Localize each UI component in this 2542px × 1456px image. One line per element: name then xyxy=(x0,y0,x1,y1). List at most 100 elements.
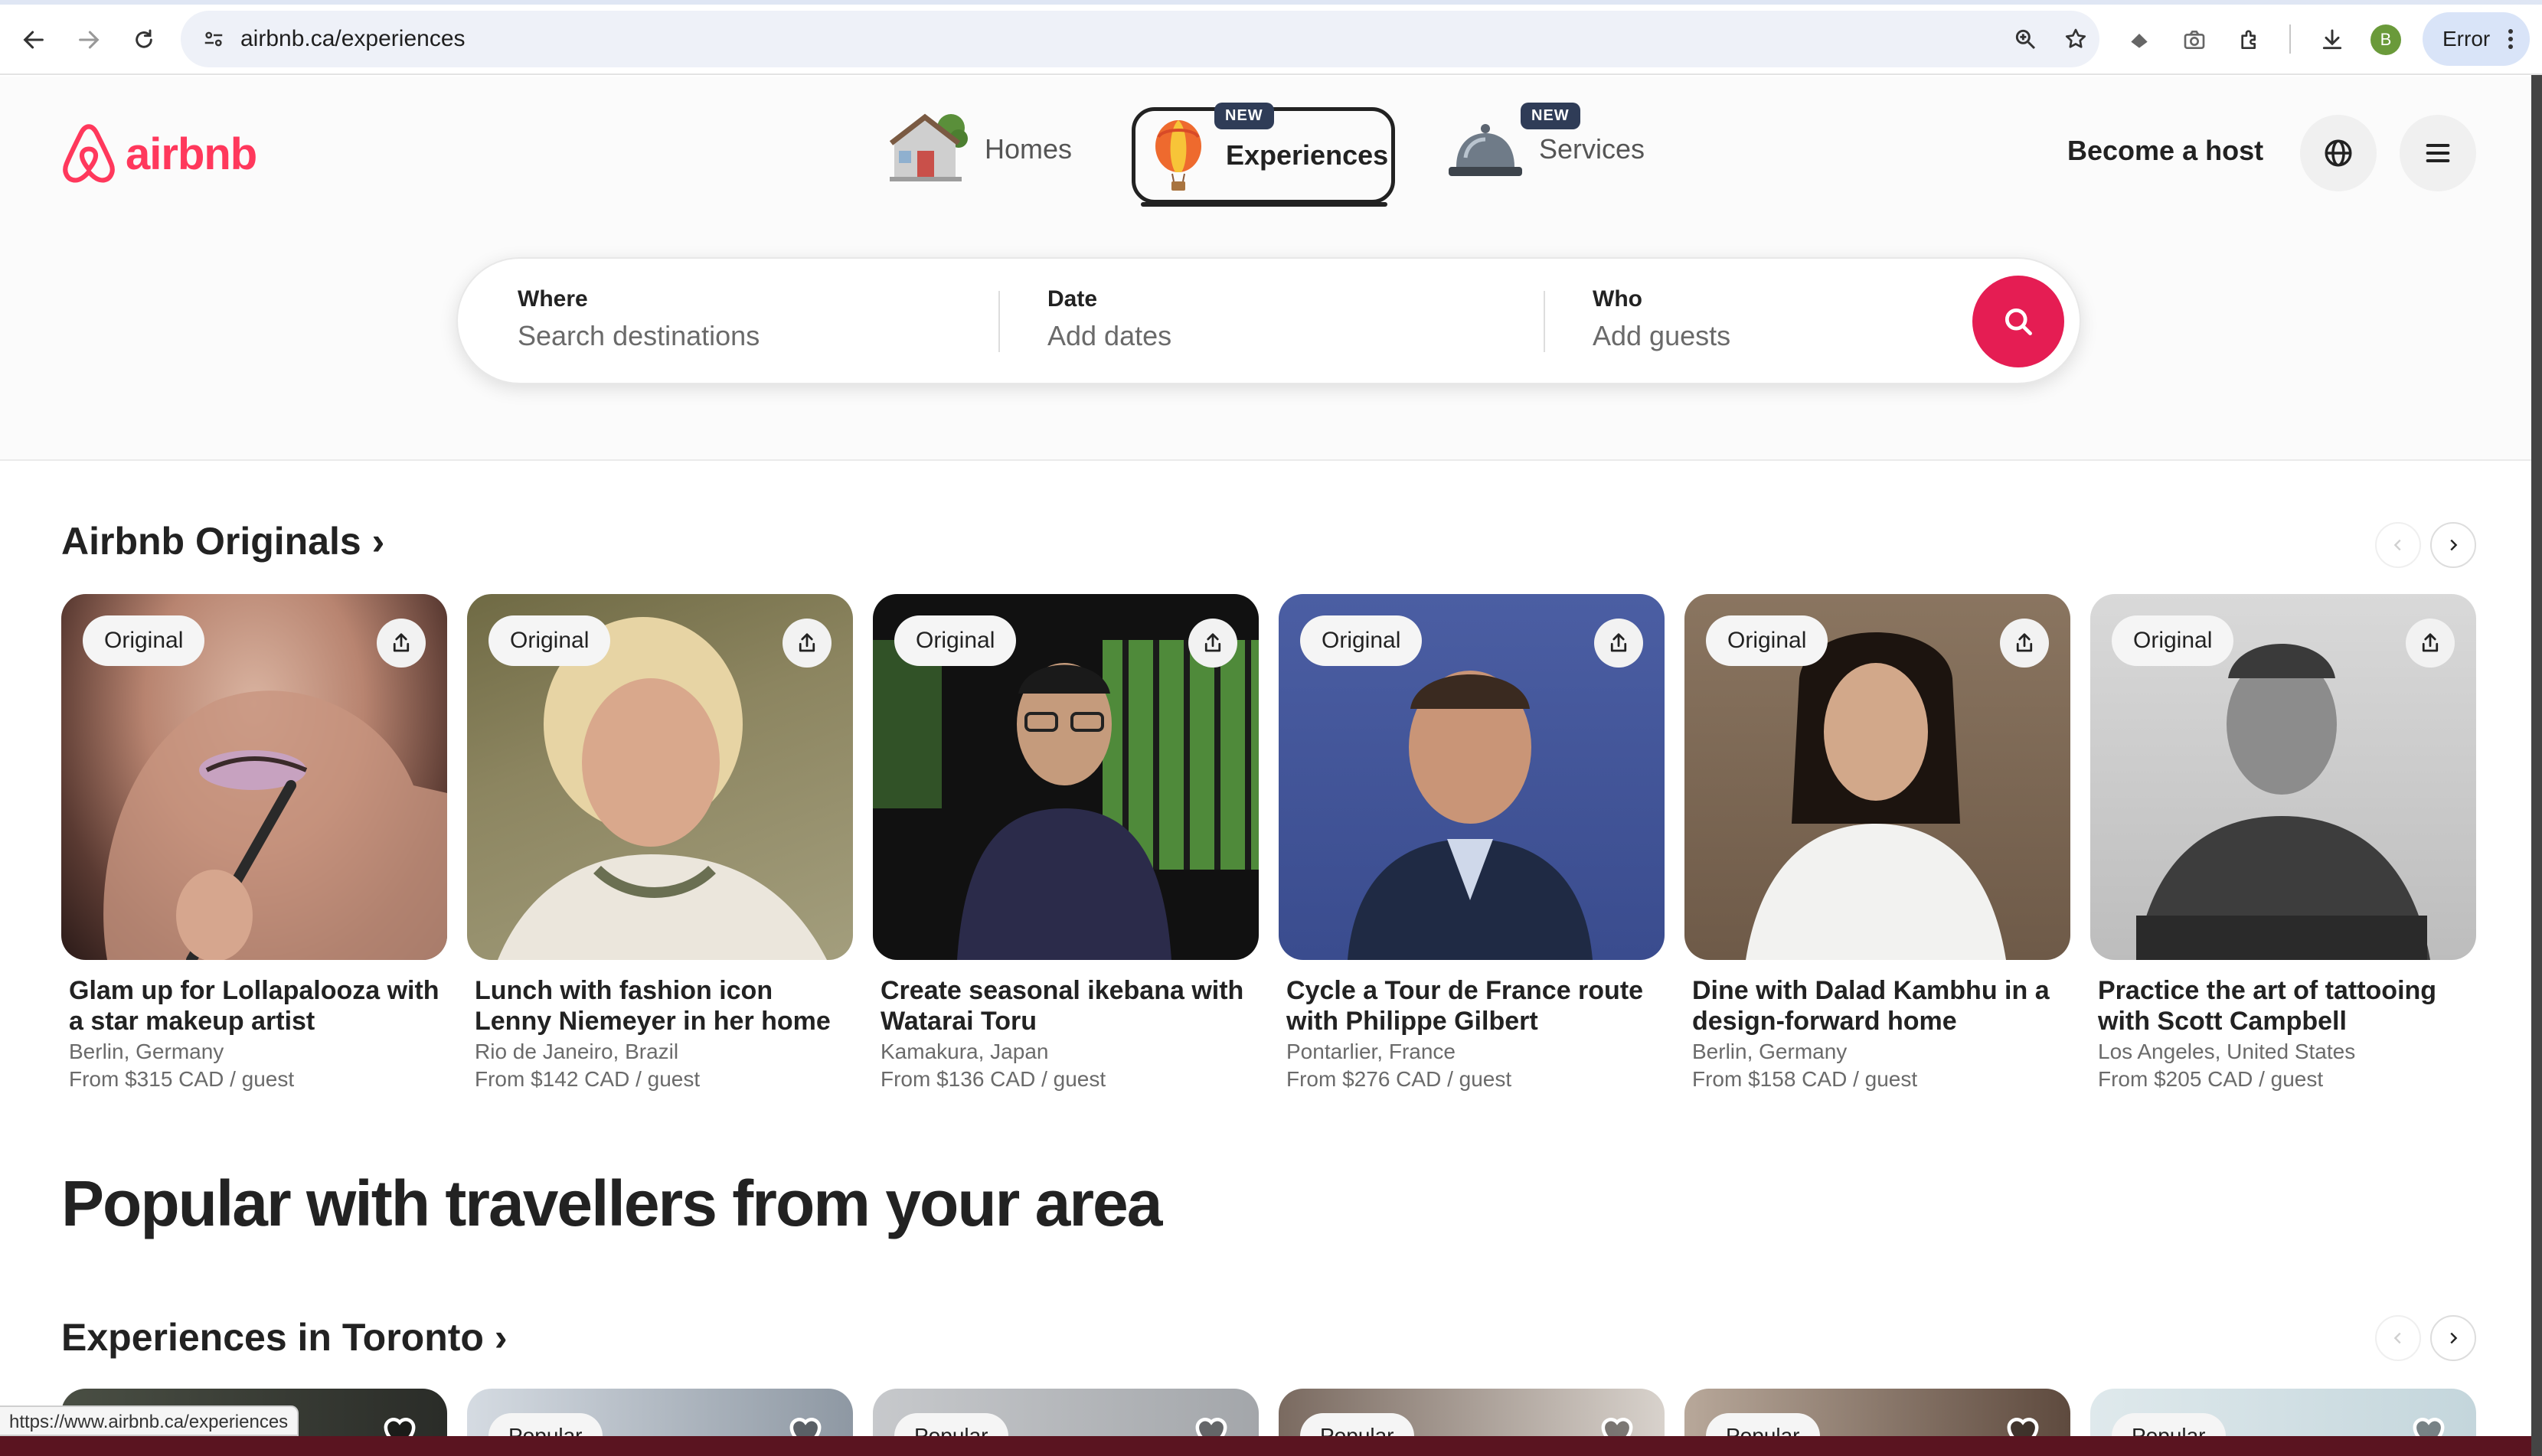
experience-card[interactable]: Original Lunch with fashion icon Lenny N… xyxy=(467,594,853,1092)
new-badge: NEW xyxy=(1214,103,1274,129)
forward-button[interactable] xyxy=(66,17,112,63)
date-label: Date xyxy=(1047,286,1098,312)
experience-card[interactable]: Original Glam up for Lollapalooza with a… xyxy=(61,594,447,1092)
address-bar[interactable]: airbnb.ca/experiences xyxy=(181,11,2099,67)
carousel-prev-button[interactable] xyxy=(2375,522,2421,568)
share-button[interactable] xyxy=(1188,619,1237,668)
share-icon xyxy=(2016,633,2033,652)
window-edge xyxy=(2531,75,2542,1456)
experience-location: Pontarlier, France xyxy=(1286,1040,1456,1063)
service-bell-icon xyxy=(1449,124,1522,176)
profile-avatar[interactable]: B xyxy=(2370,24,2401,55)
search-date-field[interactable]: Date Add dates xyxy=(1047,286,1171,352)
share-icon xyxy=(393,633,410,652)
url-text[interactable]: airbnb.ca/experiences xyxy=(240,26,466,52)
date-placeholder[interactable]: Add dates xyxy=(1047,320,1171,352)
error-menu-button[interactable]: Error xyxy=(2423,12,2530,66)
search-where-field[interactable]: Where Search destinations xyxy=(518,286,760,352)
search-button[interactable] xyxy=(1972,276,2064,367)
bookmark-star-icon[interactable] xyxy=(2058,21,2093,57)
search-who-field[interactable]: Who Add guests xyxy=(1593,286,1730,352)
experience-photo[interactable]: Original xyxy=(467,594,853,960)
arrow-left-icon xyxy=(23,31,44,49)
browser-toolbar: airbnb.ca/experiences B Error xyxy=(0,0,2542,75)
where-placeholder[interactable]: Search destinations xyxy=(518,320,760,352)
os-dock-strip xyxy=(0,1436,2542,1456)
house-icon xyxy=(889,113,968,181)
experience-photo[interactable]: Original xyxy=(61,594,447,960)
experience-location: Berlin, Germany xyxy=(1692,1040,1848,1063)
tab-homes[interactable]: Homes xyxy=(885,107,1087,191)
original-badge: Original xyxy=(1706,615,1828,666)
experience-location: Rio de Janeiro, Brazil xyxy=(475,1040,679,1063)
experience-photo[interactable]: Original xyxy=(873,594,1259,960)
experience-title: Create seasonal ikebana with Watarai Tor… xyxy=(881,976,1244,1036)
puzzle-extensions-icon[interactable] xyxy=(2227,17,2272,63)
chevron-left-icon xyxy=(2393,539,2401,551)
search-icon xyxy=(2005,308,2032,335)
share-button[interactable] xyxy=(783,619,832,668)
kebab-menu-icon xyxy=(2508,29,2513,49)
original-badge: Original xyxy=(488,615,611,666)
back-button[interactable] xyxy=(11,17,57,63)
original-badge: Original xyxy=(1300,615,1423,666)
chevron-right-icon xyxy=(2450,539,2458,551)
original-badge: Original xyxy=(894,615,1017,666)
become-a-host-link[interactable]: Become a host xyxy=(2067,135,2263,167)
extension-icon[interactable] xyxy=(2116,17,2162,63)
who-label: Who xyxy=(1593,286,1642,312)
experience-title: Practice the art of tattooing with Scott… xyxy=(2098,976,2437,1036)
link-status-tooltip: https://www.airbnb.ca/experiences xyxy=(0,1405,299,1436)
search-divider xyxy=(998,291,1000,352)
share-button[interactable] xyxy=(2406,619,2455,668)
experience-card[interactable]: Original Create seasonal ikebana with Wa… xyxy=(873,594,1259,1092)
reload-button[interactable] xyxy=(121,17,167,63)
experience-title: Dine with Dalad Kambhu in a design-forwa… xyxy=(1692,976,2050,1036)
main-menu-button[interactable] xyxy=(2400,115,2476,191)
globe-icon xyxy=(2325,139,2352,167)
reload-icon xyxy=(136,29,152,48)
original-badge: Original xyxy=(2112,615,2234,666)
share-button[interactable] xyxy=(1594,619,1643,668)
zoom-icon[interactable] xyxy=(2008,21,2043,57)
experience-card[interactable]: Original Practice the art of tattooing w… xyxy=(2090,594,2476,1092)
popular-heading: Popular with travellers from your area xyxy=(61,1167,1162,1239)
share-button[interactable] xyxy=(377,619,426,668)
experience-photo[interactable]: Original xyxy=(2090,594,2476,960)
experience-photo[interactable]: Original xyxy=(1279,594,1665,960)
active-tab-indicator xyxy=(1141,202,1387,207)
airbnb-logo[interactable]: airbnb xyxy=(60,122,257,185)
original-badge: Original xyxy=(83,615,205,666)
carousel-prev-button[interactable] xyxy=(2375,1315,2421,1361)
carousel-next-button[interactable] xyxy=(2430,1315,2476,1361)
originals-section-title[interactable]: Airbnb Originals › xyxy=(61,519,384,563)
chevron-left-icon xyxy=(2393,1332,2401,1344)
experience-photo[interactable]: Original xyxy=(1684,594,2070,960)
share-icon xyxy=(799,633,815,652)
toronto-section-title[interactable]: Experiences in Toronto › xyxy=(61,1315,508,1360)
tab-experiences-label: Experiences xyxy=(1226,139,1389,171)
downloads-icon[interactable] xyxy=(2309,17,2355,63)
arrow-right-icon xyxy=(79,31,100,49)
experience-price: From $205 CAD / guest xyxy=(2098,1067,2324,1091)
share-icon xyxy=(2422,633,2439,652)
experience-card[interactable]: Original Dine with Dalad Kambhu in a des… xyxy=(1684,594,2070,1092)
who-placeholder[interactable]: Add guests xyxy=(1593,320,1730,352)
error-label: Error xyxy=(2442,27,2491,51)
language-button[interactable] xyxy=(2300,115,2377,191)
hamburger-menu-icon xyxy=(2426,144,2450,162)
hot-air-balloon-icon xyxy=(1155,120,1201,191)
experience-title: Glam up for Lollapalooza with a star mak… xyxy=(69,976,439,1036)
experience-card[interactable]: Original Cycle a Tour de France route wi… xyxy=(1279,594,1665,1092)
camera-icon[interactable] xyxy=(2171,17,2217,63)
experience-price: From $315 CAD / guest xyxy=(69,1067,295,1091)
experience-price: From $158 CAD / guest xyxy=(1692,1067,1918,1091)
site-settings-icon[interactable] xyxy=(196,21,231,57)
search-divider xyxy=(1544,291,1545,352)
page-load-progress xyxy=(0,0,2542,5)
carousel-next-button[interactable] xyxy=(2430,522,2476,568)
experience-location: Berlin, Germany xyxy=(69,1040,224,1063)
share-button[interactable] xyxy=(2000,619,2049,668)
where-label: Where xyxy=(518,286,588,312)
new-badge: NEW xyxy=(1521,103,1580,129)
